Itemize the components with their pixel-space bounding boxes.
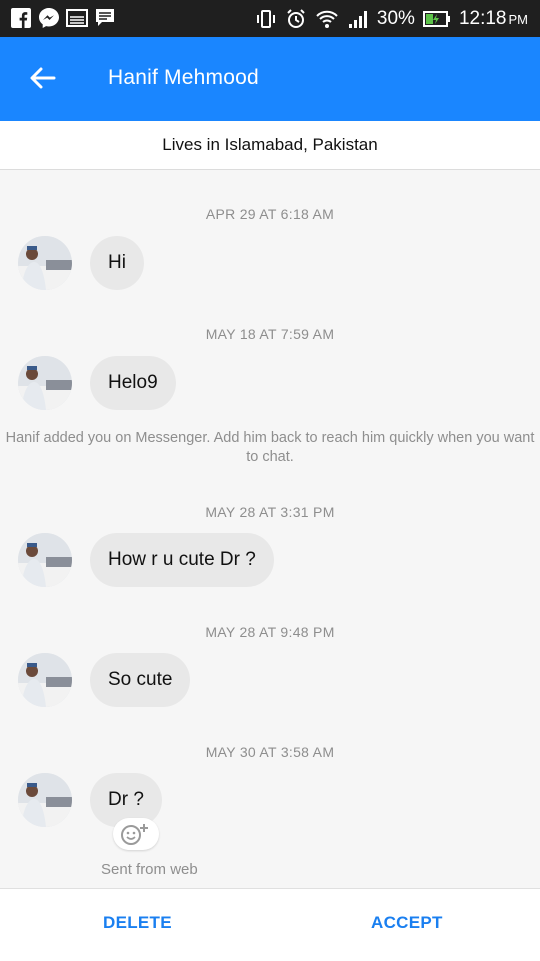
profile-info: Lives in Islamabad, Pakistan	[0, 121, 540, 170]
request-actions-bar: DELETE ACCEPT	[0, 888, 540, 961]
status-bar: 30% 12:18 PM	[0, 0, 540, 37]
conversation-title[interactable]: Hanif Mehmood	[108, 66, 259, 90]
delete-button[interactable]: DELETE	[103, 913, 172, 933]
messenger-notice: Hanif added you on Messenger. Add him ba…	[5, 430, 535, 465]
message-text: So cute	[108, 669, 173, 690]
notification-icons	[10, 7, 116, 29]
message-text: How r u cute Dr ?	[108, 549, 256, 570]
avatar[interactable]	[18, 773, 72, 827]
battery-percent: 30%	[376, 7, 415, 29]
battery-charging-icon	[422, 10, 450, 27]
message-text: Dr ?	[108, 789, 144, 810]
back-arrow-icon	[30, 67, 56, 89]
add-reaction-button[interactable]	[113, 818, 159, 850]
app-bar: Hanif Mehmood	[0, 37, 540, 121]
sent-from-label: Sent from web	[101, 861, 198, 878]
message-text: Hi	[108, 252, 126, 273]
signal-icon	[348, 10, 367, 28]
system-status: 30% 12:18 PM	[255, 0, 528, 37]
back-button[interactable]	[24, 60, 60, 96]
wifi-icon	[316, 10, 338, 28]
avatar[interactable]	[18, 356, 72, 410]
image-notification-icon	[66, 7, 88, 29]
avatar[interactable]	[18, 653, 72, 707]
avatar[interactable]	[18, 236, 72, 290]
message-timestamp: APR 29 AT 6:18 AM	[205, 206, 335, 222]
message-timestamp: MAY 28 AT 9:48 PM	[205, 624, 335, 640]
profile-location: Lives in Islamabad, Pakistan	[162, 135, 378, 154]
chat-notification-icon	[94, 7, 116, 29]
message-timestamp: MAY 18 AT 7:59 AM	[205, 326, 335, 342]
clock: 12:18 PM	[459, 8, 528, 30]
message-bubble[interactable]: Helo9	[90, 356, 176, 410]
message-text: Helo9	[108, 372, 158, 393]
message-bubble[interactable]: Hi	[90, 236, 144, 290]
avatar[interactable]	[18, 533, 72, 587]
messenger-icon	[38, 7, 60, 29]
vibrate-icon	[256, 9, 275, 28]
alarm-icon	[287, 8, 305, 28]
accept-button[interactable]: ACCEPT	[371, 913, 443, 933]
clock-time: 12:18	[458, 7, 507, 29]
facebook-icon	[10, 7, 32, 29]
clock-ampm: PM	[508, 11, 529, 27]
message-timestamp: MAY 30 AT 3:58 AM	[205, 744, 335, 760]
add-reaction-icon	[121, 824, 148, 845]
message-bubble[interactable]: How r u cute Dr ?	[90, 533, 274, 587]
message-timestamp: MAY 28 AT 3:31 PM	[205, 504, 335, 520]
message-bubble[interactable]: So cute	[90, 653, 191, 707]
